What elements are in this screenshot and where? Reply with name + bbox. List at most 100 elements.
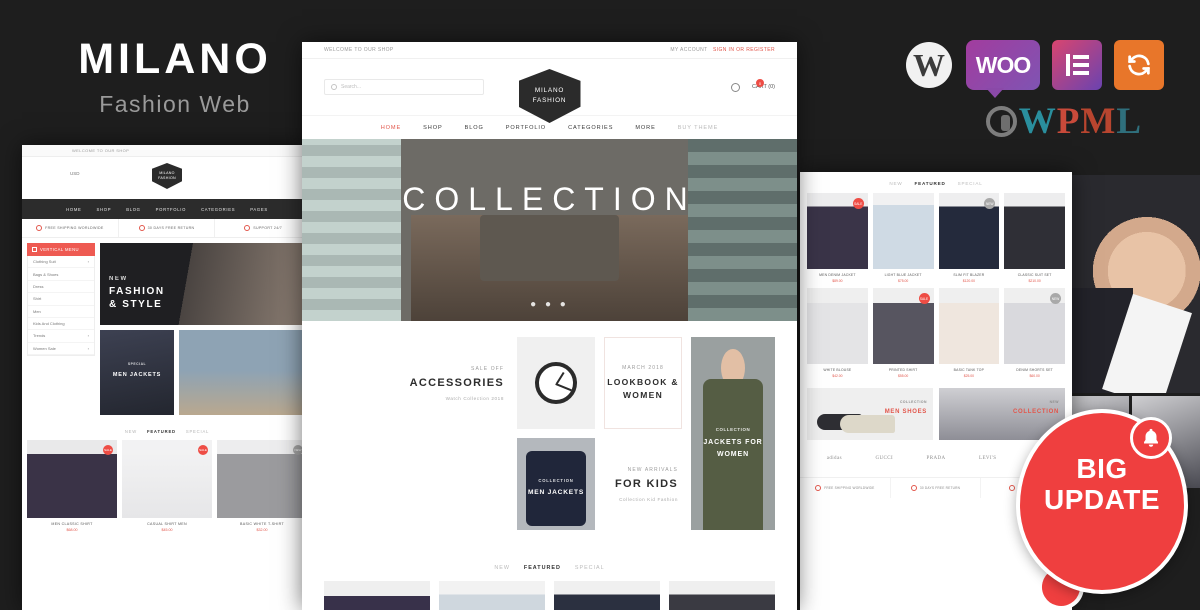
nav-item[interactable]: PORTFOLIO — [156, 207, 186, 212]
category-item[interactable]: Clothing Suit › — [28, 256, 94, 269]
left-feature-row: FREE SHIPPING WORLDWIDE 30 DAYS FREE RET… — [22, 219, 312, 238]
tech-badge-row: W WOO — [904, 40, 1164, 98]
truck-icon — [36, 225, 43, 231]
for-kids-text-cell: NEW ARRIVALS FOR KIDS Collection Kid Fas… — [604, 438, 682, 530]
product-card[interactable]: SALE CASUAL SHIRT MEN $45.00 — [122, 440, 212, 532]
status-badge: SALE — [918, 293, 930, 304]
tab-special[interactable]: SPECIAL — [575, 565, 605, 571]
status-badge: NEW — [1050, 293, 1061, 304]
product-card[interactable]: SALE PRINTED SHIRT $55.00 — [872, 288, 934, 378]
brand-logo: adidas — [826, 456, 842, 461]
product-card[interactable]: NEW SLIM FIT BLAZER $120.00 — [938, 193, 1000, 283]
status-badge: SALE — [852, 198, 864, 209]
nav-item-home[interactable]: HOME — [381, 125, 401, 131]
center-header-icons: 0 CART (0) — [730, 79, 775, 92]
tab-new[interactable]: NEW — [125, 429, 137, 434]
jackets-for-women-tile[interactable]: COLLECTION JACKETS FOR WOMEN — [691, 337, 775, 530]
cart-button[interactable]: 0 CART (0) — [752, 79, 775, 90]
product-card[interactable]: NEW BASIC WHITE T-SHIRT $32.00 — [217, 440, 307, 532]
tab-featured[interactable]: FEATURED — [524, 565, 561, 571]
category-item[interactable]: Kids And Clothing — [28, 318, 94, 331]
center-topbar: WELCOME TO OUR SHOP MY ACCOUNT SIGN IN O… — [302, 42, 797, 59]
my-account-link[interactable]: MY ACCOUNT — [670, 47, 707, 53]
nav-item[interactable]: CATEGORIES — [201, 207, 235, 212]
men-shoes-banner[interactable]: COLLECTION MEN SHOES — [807, 388, 933, 440]
category-item[interactable]: Men — [28, 306, 94, 318]
tab-new[interactable]: NEW — [889, 181, 902, 186]
left-product-tabs: NEW FEATURED SPECIAL — [22, 420, 312, 440]
category-item[interactable]: Shirt — [28, 293, 94, 306]
category-item[interactable]: Women Sale › — [28, 343, 94, 355]
product-card[interactable]: NEW DENIM SHORTS SET $60.00 — [1004, 288, 1065, 378]
watch-tile[interactable] — [517, 337, 595, 429]
product-card[interactable]: CLASSIC SUIT SET $210.00 — [1004, 193, 1065, 283]
product-card[interactable] — [439, 581, 545, 610]
men-jackets-tile[interactable]: COLLECTION MEN JACKETS — [517, 438, 595, 530]
brand-logo: PRADA — [926, 456, 946, 461]
accessories-text-cell: SALE OFF ACCESSORIES Watch Collection 20… — [324, 337, 508, 429]
wordpress-icon: W — [904, 40, 954, 90]
elementor-icon — [1052, 40, 1102, 90]
menu-icon — [32, 247, 37, 252]
signin-link[interactable]: SIGN IN OR REGISTER — [713, 47, 775, 53]
truck-icon — [815, 485, 822, 491]
hero-slider[interactable]: COLLECTION ● ● ● — [302, 139, 797, 321]
product-card[interactable]: WHITE BLOUSE $42.00 — [807, 288, 868, 378]
refresh-icon — [138, 225, 145, 231]
center-logo: MILANO FASHION — [518, 69, 581, 123]
nav-item-categories[interactable]: CATEGORIES — [568, 125, 613, 131]
product-card[interactable] — [669, 581, 775, 610]
nav-item[interactable]: HOME — [66, 207, 81, 212]
left-logo: MILANO FASHION — [152, 163, 182, 189]
wishlist-icon[interactable] — [730, 82, 740, 92]
brand-logo: GUCCI — [875, 456, 894, 461]
tab-featured[interactable]: FEATURED — [915, 181, 946, 186]
brand-block: MILANO Fashion Web — [60, 38, 290, 118]
balloon-text: BIG UPDATE — [1043, 453, 1161, 516]
search-input[interactable]: Search... — [324, 79, 484, 95]
product-card[interactable]: SALE MEN DENIM JACKET $89.00 — [807, 193, 868, 283]
hero-title: COLLECTION — [402, 181, 697, 217]
nav-item[interactable]: BLOG — [126, 207, 140, 212]
feature-item: 30 DAYS FREE RETURN — [891, 478, 982, 498]
nav-item-buy[interactable]: BUY THEME — [678, 125, 719, 131]
status-badge: SALE — [103, 445, 113, 455]
product-card[interactable]: BASIC TANK TOP $25.00 — [938, 288, 1000, 378]
fashion-style-banner[interactable]: NEW FASHION & STYLE — [100, 243, 307, 325]
category-item[interactable]: Bags & Shoes — [28, 268, 94, 281]
product-card[interactable] — [324, 581, 430, 610]
tab-special[interactable]: SPECIAL — [186, 429, 209, 434]
nav-item-blog[interactable]: BLOG — [465, 125, 484, 131]
feature-item: FREE SHIPPING WORLDWIDE — [800, 478, 891, 498]
woocommerce-icon: WOO — [966, 40, 1040, 98]
nav-item[interactable]: SHOP — [97, 207, 112, 212]
nav-item-portfolio[interactable]: PORTFOLIO — [506, 125, 546, 131]
tab-special[interactable]: SPECIAL — [958, 181, 983, 186]
left-navbar: HOME SHOP BLOG PORTFOLIO CATEGORIES PAGE… — [22, 199, 312, 219]
product-card[interactable]: SALE MEN CLASSIC SHIRT $68.00 — [27, 440, 117, 532]
category-item[interactable]: Dress — [28, 281, 94, 294]
currency-selector[interactable]: USD — [70, 171, 80, 176]
nav-item[interactable]: PAGES — [250, 207, 268, 212]
refresh-icon — [910, 485, 917, 491]
tab-new[interactable]: NEW — [494, 565, 510, 571]
promo-banner: MILANO Fashion Web W WOO W P M L WELCOME — [0, 0, 1200, 610]
men-jackets-tile[interactable]: SPECIAL MEN JACKETS — [100, 330, 174, 415]
lifestyle-tile[interactable] — [179, 330, 307, 415]
center-screenshot: WELCOME TO OUR SHOP MY ACCOUNT SIGN IN O… — [302, 42, 797, 610]
center-promo-grid: SALE OFF ACCESSORIES Watch Collection 20… — [302, 321, 797, 555]
nav-item-more[interactable]: MORE — [635, 125, 655, 131]
center-product-row — [302, 581, 797, 610]
center-header: Search... MILANO FASHION 0 CART (0) — [302, 59, 797, 123]
lookbook-tile[interactable]: MARCH 2018 LOOKBOOK & WOMEN — [604, 337, 682, 429]
category-item[interactable]: Trends › — [28, 330, 94, 343]
tab-featured[interactable]: FEATURED — [147, 429, 176, 434]
slider-dots[interactable]: ● ● ● — [302, 299, 797, 310]
wpml-logo: W P M L — [985, 100, 1141, 143]
nav-item-shop[interactable]: SHOP — [423, 125, 442, 131]
product-card[interactable]: LIGHT BLUE JACKET $75.00 — [872, 193, 934, 283]
wpml-globe-icon — [985, 106, 1017, 137]
vertical-menu-button[interactable]: VERTICAL MENU — [27, 243, 95, 256]
product-card[interactable] — [554, 581, 660, 610]
feature-item: SUPPORT 24/7 — [215, 219, 312, 237]
